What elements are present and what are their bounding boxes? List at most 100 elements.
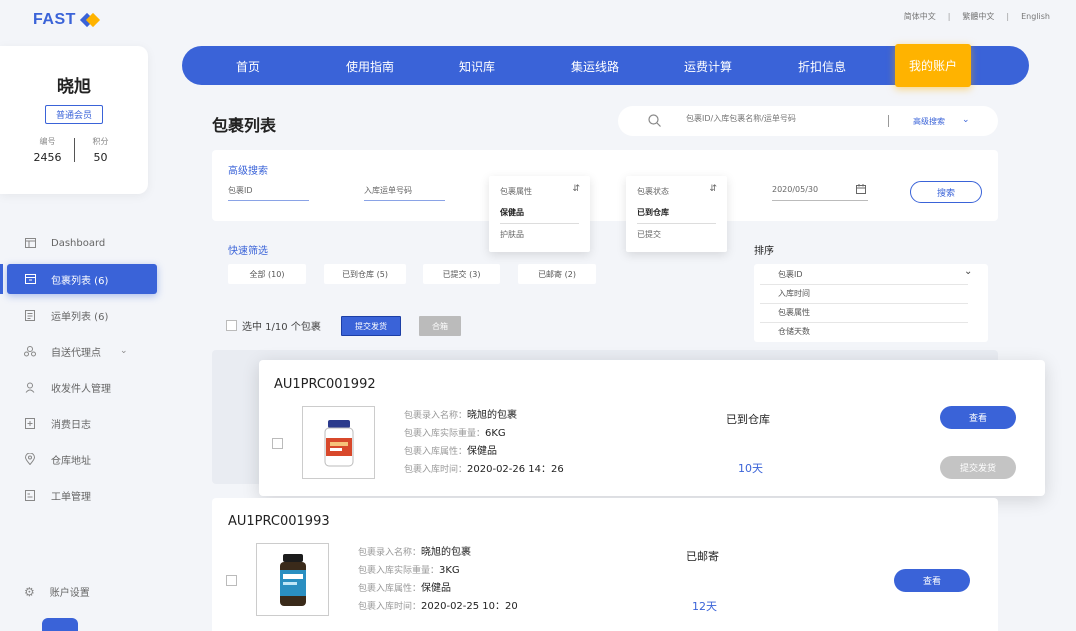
- lang-english[interactable]: English: [1021, 12, 1050, 21]
- label-weight: 包裹入库实际重量：: [404, 429, 486, 439]
- search-divider: [888, 115, 889, 127]
- dropdown-label: 包裹状态: [637, 187, 669, 196]
- member-level-badge: 普通会员: [44, 105, 103, 124]
- chevron-down-icon[interactable]: ⌄: [120, 346, 128, 356]
- tracking-number-field[interactable]: 入库运单号码: [364, 184, 445, 201]
- dashboard-icon: [24, 237, 36, 249]
- merge-box-button[interactable]: 合箱: [419, 316, 461, 336]
- view-button[interactable]: 查看: [894, 569, 970, 592]
- advanced-search-panel: 高级搜索 包裹ID 入库运单号码 2020/05/30 搜索: [212, 150, 998, 221]
- advanced-search-title: 高级搜索: [228, 166, 268, 177]
- tab-home[interactable]: 首页: [236, 58, 260, 75]
- sort-option[interactable]: 入库时间: [778, 288, 810, 299]
- sort-selected[interactable]: 包裹ID: [778, 269, 803, 280]
- date-field[interactable]: 2020/05/30: [772, 184, 868, 201]
- chevron-down-icon[interactable]: ⌄: [964, 266, 972, 277]
- filter-chip-mailed[interactable]: 已邮寄 (2): [518, 264, 596, 284]
- sort-title: 排序: [754, 246, 774, 257]
- package-card: AU1PRC001992 包裹录入名称：晓旭的包裹 包裹入库实际重量：6KG 包…: [259, 360, 1045, 496]
- chevron-down-icon[interactable]: ⌄: [962, 115, 970, 125]
- stat-points: 积分 50: [75, 136, 127, 164]
- package-status-dropdown[interactable]: 包裹状态 ⇵ 已到仓库 已提交: [626, 176, 727, 252]
- advanced-search-toggle[interactable]: 高级搜索: [913, 116, 945, 127]
- sidebar-item-waybill-list[interactable]: 运单列表 (6): [0, 300, 170, 330]
- page-title: 包裹列表: [212, 116, 277, 135]
- view-button[interactable]: 查看: [940, 406, 1016, 429]
- tab-discounts[interactable]: 折扣信息: [798, 58, 846, 75]
- select-all-checkbox[interactable]: [226, 320, 237, 331]
- dropdown-option[interactable]: 保健品: [500, 202, 579, 224]
- sidebar-item-label: 账户设置: [49, 588, 90, 599]
- lang-divider: |: [1006, 12, 1010, 21]
- lang-traditional[interactable]: 繁體中文: [962, 11, 994, 22]
- label-attr: 包裹入库属性：: [358, 584, 422, 594]
- filter-chip-arrived[interactable]: 已到仓库 (5): [324, 264, 406, 284]
- tab-freight-calculator[interactable]: 运费计算: [684, 58, 732, 75]
- dropdown-head[interactable]: 包裹属性 ⇵: [489, 176, 590, 202]
- filter-chip-all[interactable]: 全部 (10): [228, 264, 306, 284]
- search-input[interactable]: [686, 114, 886, 123]
- sidebar-item-agent-point[interactable]: 自送代理点 ⌄: [0, 336, 170, 366]
- product-image[interactable]: [256, 543, 329, 616]
- profile-card: 晓旭 普通会员 编号 2456 积分 50: [0, 46, 148, 194]
- sidebar-item-label: 运单列表 (6): [51, 311, 109, 323]
- stat-value: 2456: [33, 151, 62, 164]
- sidebar-item-account-settings[interactable]: ⚙ 账户设置: [24, 584, 90, 600]
- sidebar-item-package-list[interactable]: 包裹列表 (6): [0, 264, 157, 294]
- user-name: 晓旭: [57, 77, 91, 97]
- dropdown-option[interactable]: 护肤品: [489, 224, 590, 246]
- sidebar-item-ticket-management[interactable]: 工单管理: [0, 480, 170, 510]
- package-checkbox[interactable]: [272, 438, 283, 449]
- tab-shipping-routes[interactable]: 集运线路: [571, 58, 619, 75]
- selection-count: 选中 1/10 个包裹: [242, 322, 321, 333]
- sort-option[interactable]: 包裹属性: [778, 307, 810, 318]
- sort-divider: [760, 303, 968, 304]
- dropdown-head[interactable]: 包裹状态 ⇵: [626, 176, 727, 202]
- storage-days: 12天: [692, 600, 717, 613]
- sidebar-item-label: 工单管理: [51, 491, 91, 503]
- floating-action-button[interactable]: [42, 618, 78, 631]
- tab-knowledge-base[interactable]: 知识库: [459, 58, 495, 75]
- sidebar-item-label: 仓库地址: [51, 455, 91, 467]
- package-name: 晓旭的包裹: [467, 410, 518, 421]
- chevron-updown-icon: ⇵: [572, 184, 580, 194]
- package-attribute-dropdown[interactable]: 包裹属性 ⇵ 保健品 护肤品: [489, 176, 590, 252]
- package-name: 晓旭的包裹: [421, 547, 472, 558]
- search-icon[interactable]: [648, 114, 661, 127]
- dropdown-option[interactable]: 已提交: [626, 224, 727, 246]
- label-name: 包裹录入名称：: [404, 411, 468, 421]
- sidebar-item-dashboard[interactable]: Dashboard: [0, 228, 170, 258]
- dropdown-label: 包裹属性: [500, 187, 532, 196]
- quick-filter-title: 快速筛选: [228, 246, 268, 257]
- submit-shipping-button[interactable]: 提交发货: [940, 456, 1016, 479]
- logo-text: FAST: [33, 11, 76, 28]
- sidebar-item-consumption-log[interactable]: 消费日志: [0, 408, 170, 438]
- logo[interactable]: FAST: [33, 11, 100, 29]
- dropdown-option[interactable]: 已到仓库: [637, 202, 716, 224]
- package-id-field[interactable]: 包裹ID: [228, 184, 309, 201]
- logo-mark-icon: [79, 12, 100, 28]
- sidebar-item-warehouse-address[interactable]: 仓库地址: [0, 444, 170, 474]
- selection-row: 选中 1/10 个包裹: [226, 318, 321, 333]
- sidebar-item-contacts[interactable]: 收发件人管理: [0, 372, 170, 402]
- sort-option[interactable]: 仓储天数: [778, 326, 810, 337]
- sort-divider: [760, 284, 968, 285]
- filter-chip-submitted[interactable]: 已提交 (3): [423, 264, 500, 284]
- label-weight: 包裹入库实际重量：: [358, 566, 440, 576]
- tab-guide[interactable]: 使用指南: [346, 58, 394, 75]
- lang-simplified[interactable]: 简体中文: [904, 11, 936, 22]
- ticket-icon: [24, 489, 36, 501]
- package-checkbox[interactable]: [226, 575, 237, 586]
- sort-dropdown[interactable]: 包裹ID ⌄ 入库时间 包裹属性 仓储天数: [754, 264, 988, 342]
- language-switcher: 简体中文 | 繁體中文 | English: [904, 11, 1050, 22]
- label-time: 包裹入库时间：: [404, 465, 468, 475]
- product-image[interactable]: [302, 406, 375, 479]
- sidebar-item-label: Dashboard: [51, 237, 106, 249]
- submit-shipping-button[interactable]: 提交发货: [341, 316, 401, 336]
- search-bar: 高级搜索 ⌄: [618, 106, 998, 136]
- tab-my-account[interactable]: 我的账户: [895, 44, 972, 87]
- search-button[interactable]: 搜索: [910, 181, 982, 203]
- package-id: AU1PRC001992: [274, 377, 376, 392]
- sidebar-item-label: 消费日志: [51, 419, 91, 431]
- calendar-icon[interactable]: [856, 184, 866, 197]
